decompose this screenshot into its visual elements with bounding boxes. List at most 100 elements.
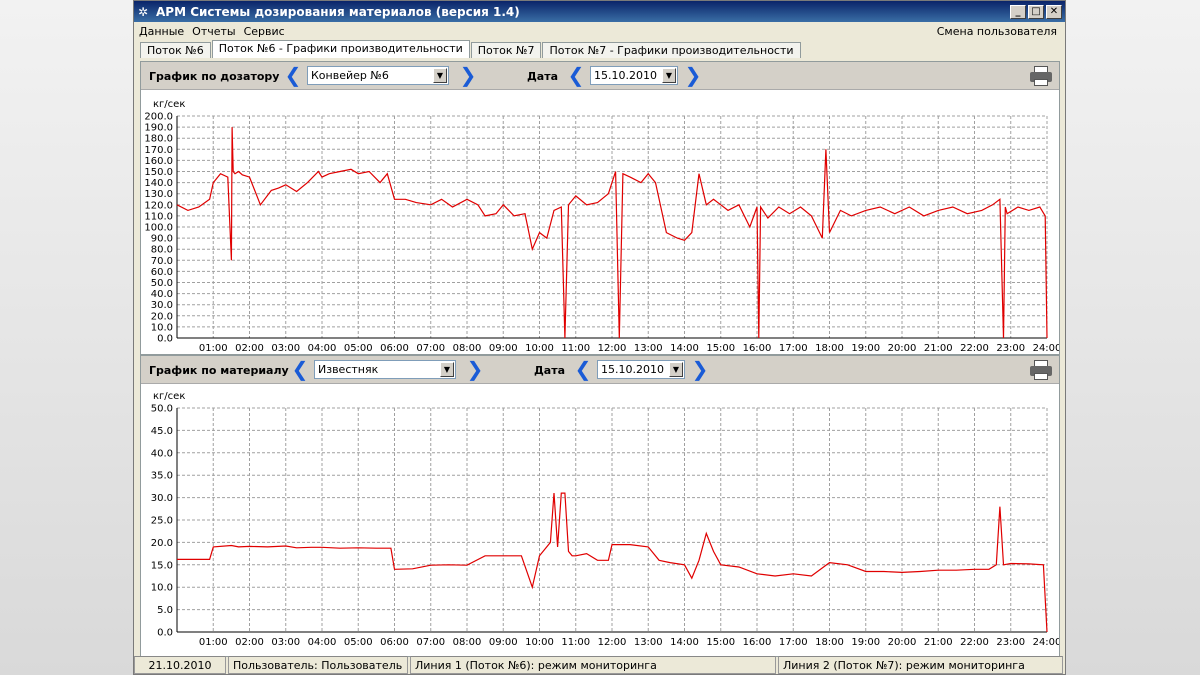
x-tick-label: 20:00 xyxy=(888,637,917,648)
x-tick-label: 02:00 xyxy=(235,343,264,354)
background-left xyxy=(0,0,133,675)
next-date-icon[interactable]: ❯ xyxy=(691,359,709,380)
x-tick-label: 10:00 xyxy=(525,637,554,648)
printer-icon[interactable] xyxy=(1029,359,1053,381)
x-tick-label: 12:00 xyxy=(598,637,627,648)
x-tick-label: 14:00 xyxy=(670,343,699,354)
x-tick-label: 01:00 xyxy=(199,637,228,648)
x-tick-label: 17:00 xyxy=(779,343,808,354)
y-tick-label: 140.0 xyxy=(144,178,173,189)
maximize-button[interactable]: □ xyxy=(1028,4,1044,19)
x-tick-label: 16:00 xyxy=(743,637,772,648)
x-tick-label: 08:00 xyxy=(453,637,482,648)
dispenser-select[interactable]: Конвейер №6 ▼ xyxy=(307,66,449,85)
dispenser-select-value: Конвейер №6 xyxy=(311,69,389,82)
x-tick-label: 11:00 xyxy=(561,343,590,354)
x-tick-label: 15:00 xyxy=(706,637,735,648)
y-tick-label: 45.0 xyxy=(151,426,173,437)
printer-icon[interactable] xyxy=(1029,65,1053,87)
app-icon: ✲ xyxy=(138,4,149,19)
next-dispenser-icon[interactable]: ❯ xyxy=(459,65,477,86)
x-tick-label: 03:00 xyxy=(271,637,300,648)
x-tick-label: 05:00 xyxy=(344,343,373,354)
y-axis-unit-label: кг/сек xyxy=(153,99,185,110)
y-tick-label: 170.0 xyxy=(144,145,173,156)
change-user-link[interactable]: Смена пользователя xyxy=(937,25,1057,38)
x-tick-label: 19:00 xyxy=(851,637,880,648)
next-date-icon[interactable]: ❯ xyxy=(684,65,702,86)
x-tick-label: 14:00 xyxy=(670,637,699,648)
x-tick-label: 24:00 xyxy=(1033,637,1059,648)
x-tick-label: 23:00 xyxy=(996,343,1025,354)
date-value: 15.10.2010 xyxy=(594,69,657,82)
menu-service[interactable]: Сервис xyxy=(244,25,285,38)
background-right xyxy=(1066,0,1200,675)
y-tick-label: 20.0 xyxy=(151,538,173,549)
y-tick-label: 100.0 xyxy=(144,223,173,234)
window-title: АРМ Системы дозирования материалов (верс… xyxy=(156,4,520,19)
x-tick-label: 12:00 xyxy=(598,343,627,354)
menu-bar: Данные Отчеты Сервис Смена пользователя xyxy=(134,22,1065,40)
x-tick-label: 22:00 xyxy=(960,637,989,648)
material-chart-panel: График по материалу ❮ Известняк ▼ ❯ Дата… xyxy=(140,355,1062,657)
material-chart: кг/сек 0.0 5.0 10.0 15.0 20.0 25.0 30.0 35.0 40.0… xyxy=(151,391,1062,648)
dispenser-controls: График по дозатору ❮ Конвейер №6 ▼ ❯ Дат… xyxy=(141,62,1059,90)
prev-material-icon[interactable]: ❮ xyxy=(291,359,309,380)
close-button[interactable]: ✕ xyxy=(1046,4,1062,19)
prev-date-icon[interactable]: ❮ xyxy=(574,359,592,380)
chevron-down-icon[interactable]: ▼ xyxy=(433,68,447,83)
y-tick-label: 110.0 xyxy=(144,211,173,222)
status-user: Пользователь: Пользователь xyxy=(228,656,408,674)
dispenser-chart-panel: График по дозатору ❮ Конвейер №6 ▼ ❯ Дат… xyxy=(140,61,1061,355)
x-tick-label: 06:00 xyxy=(380,637,409,648)
date-value: 15.10.2010 xyxy=(601,363,664,376)
y-tick-label: 70.0 xyxy=(151,256,173,267)
x-tick-label: 04:00 xyxy=(308,343,337,354)
date-picker[interactable]: 15.10.2010 ▼ xyxy=(597,360,685,379)
x-tick-label: 07:00 xyxy=(416,637,445,648)
y-tick-label: 40.0 xyxy=(151,289,173,300)
y-tick-label: 0.0 xyxy=(157,628,173,639)
y-tick-label: 10.0 xyxy=(151,322,173,333)
tab-stream7[interactable]: Поток №7 xyxy=(470,42,542,58)
y-tick-label: 90.0 xyxy=(151,234,173,245)
x-tick-label: 01:00 xyxy=(199,343,228,354)
y-tick-label: 40.0 xyxy=(151,448,173,459)
dispenser-label: График по дозатору xyxy=(149,70,280,83)
y-tick-label: 35.0 xyxy=(151,471,173,482)
y-tick-label: 80.0 xyxy=(151,245,173,256)
x-tick-label: 09:00 xyxy=(489,637,518,648)
x-tick-label: 06:00 xyxy=(380,343,409,354)
chevron-down-icon[interactable]: ▼ xyxy=(669,362,683,377)
chevron-down-icon[interactable]: ▼ xyxy=(662,68,676,83)
y-tick-label: 10.0 xyxy=(151,583,173,594)
x-tick-label: 17:00 xyxy=(779,637,808,648)
menu-data[interactable]: Данные xyxy=(139,25,184,38)
y-tick-label: 190.0 xyxy=(144,123,173,134)
material-select[interactable]: Известняк ▼ xyxy=(314,360,456,379)
chevron-down-icon[interactable]: ▼ xyxy=(440,362,454,377)
y-tick-label: 150.0 xyxy=(144,167,173,178)
tab-stream6-charts[interactable]: Поток №6 - Графики производительности xyxy=(211,40,470,58)
date-picker[interactable]: 15.10.2010 ▼ xyxy=(590,66,678,85)
next-material-icon[interactable]: ❯ xyxy=(466,359,484,380)
prev-dispenser-icon[interactable]: ❮ xyxy=(284,65,302,86)
status-line2: Линия 2 (Поток №7): режим мониторинга xyxy=(778,656,1063,674)
x-tick-label: 11:00 xyxy=(561,637,590,648)
x-tick-label: 18:00 xyxy=(815,343,844,354)
minimize-button[interactable]: _ xyxy=(1010,4,1026,19)
tab-stream6[interactable]: Поток №6 xyxy=(140,42,211,58)
tab-stream7-charts[interactable]: Поток №7 - Графики производительности xyxy=(542,42,801,58)
x-tick-label: 10:00 xyxy=(525,343,554,354)
x-tick-label: 21:00 xyxy=(924,343,953,354)
prev-date-icon[interactable]: ❮ xyxy=(567,65,585,86)
y-tick-label: 50.0 xyxy=(151,278,173,289)
x-tick-label: 07:00 xyxy=(416,343,445,354)
y-tick-label: 160.0 xyxy=(144,156,173,167)
menu-reports[interactable]: Отчеты xyxy=(192,25,235,38)
y-tick-label: 130.0 xyxy=(144,189,173,200)
date-label: Дата xyxy=(534,364,566,377)
y-tick-label: 0.0 xyxy=(157,334,173,345)
material-controls: График по материалу ❮ Известняк ▼ ❯ Дата… xyxy=(141,356,1059,384)
status-date: 21.10.2010 xyxy=(134,656,226,674)
